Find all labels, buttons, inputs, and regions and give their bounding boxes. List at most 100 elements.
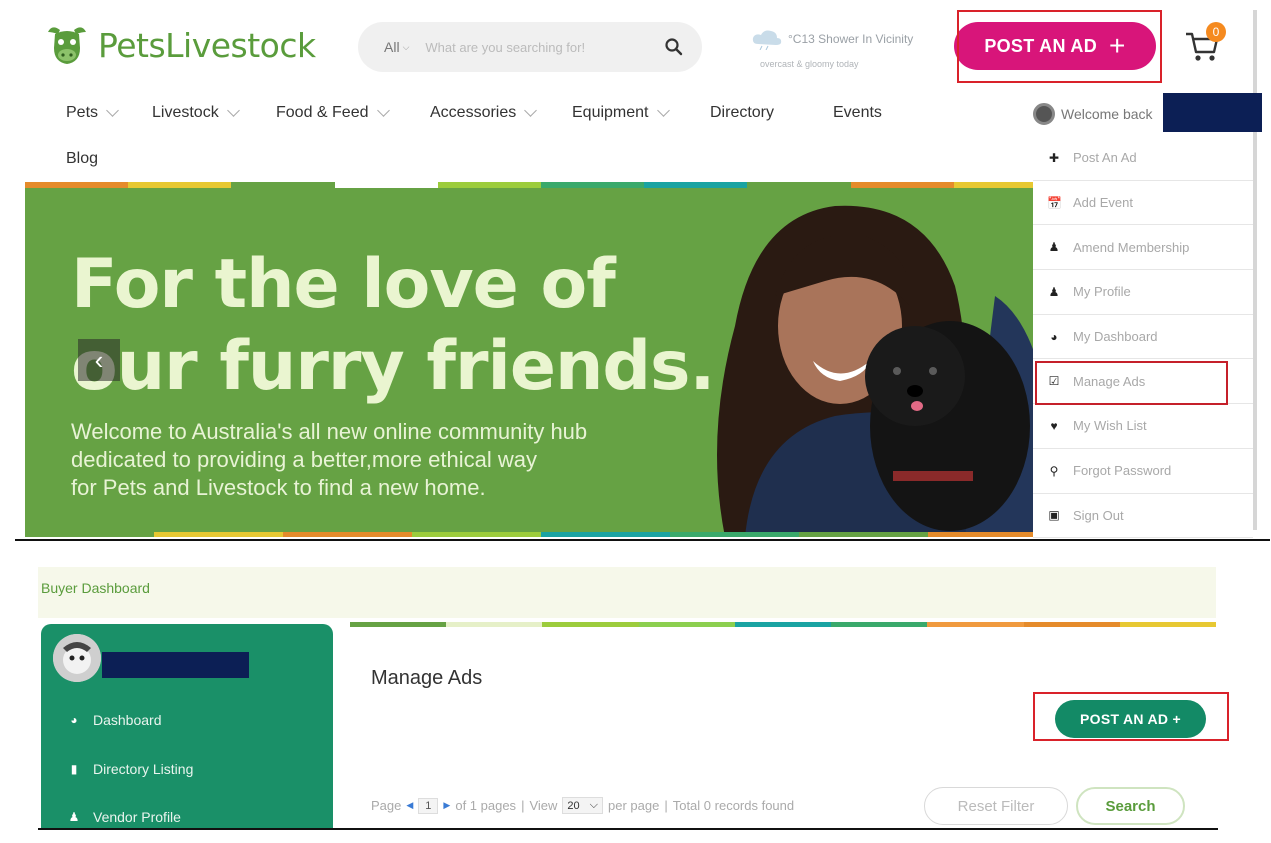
next-page-icon[interactable]: ▶ bbox=[443, 800, 450, 811]
page-count-text: of 1 pages bbox=[455, 798, 517, 813]
heart-icon: ♥ bbox=[1050, 418, 1058, 433]
logo-text: PetsLivestock bbox=[98, 25, 316, 65]
menu-item-add-event[interactable]: 📅 Add Event bbox=[1033, 181, 1253, 226]
prev-page-icon[interactable]: ◀ bbox=[406, 800, 413, 811]
key-icon: ⚲ bbox=[1049, 463, 1059, 478]
menu-item-my-wish-list[interactable]: ♥ My Wish List bbox=[1033, 404, 1253, 449]
menu-item-my-dashboard[interactable]: ◕ My Dashboard bbox=[1033, 315, 1253, 360]
menu-item-sign-out[interactable]: ▣ Sign Out bbox=[1033, 494, 1253, 539]
search-input[interactable] bbox=[423, 38, 664, 56]
nav-item-accessories[interactable]: Accessories bbox=[430, 104, 538, 122]
carousel-prev-button[interactable]: ‹ bbox=[78, 339, 120, 381]
screenshot-divider-bottom bbox=[38, 828, 1218, 830]
total-records-text: Total 0 records found bbox=[672, 798, 795, 813]
lock-icon: ▣ bbox=[1048, 508, 1060, 523]
folder-icon: ▮ bbox=[70, 762, 78, 776]
sidebar-item-label: Directory Listing bbox=[93, 761, 194, 777]
plus-icon: ✚ bbox=[1048, 150, 1060, 165]
nav-item-events[interactable]: Events bbox=[833, 104, 882, 122]
menu-item-amend-membership[interactable]: ♟ Amend Membership bbox=[1033, 225, 1253, 271]
hero-photo-woman-with-dog bbox=[717, 205, 1057, 537]
per-page-select[interactable]: 20 ⌵ bbox=[562, 797, 603, 814]
nav-label: Food & Feed bbox=[276, 104, 369, 121]
menu-label: Add Event bbox=[1073, 195, 1133, 211]
calendar-icon: 📅 bbox=[1047, 195, 1062, 210]
search-category-select[interactable]: All ⌵ bbox=[384, 39, 409, 55]
nav-label: Directory bbox=[710, 104, 775, 121]
chevron-down-icon bbox=[524, 104, 538, 117]
user-dropdown-menu: ✚ Post An Ad 📅 Add Event ♟ Amend Membership… bbox=[1033, 136, 1253, 539]
profile-avatar bbox=[53, 634, 101, 682]
cow-logo-icon bbox=[48, 27, 86, 64]
per-page-value: 20 bbox=[567, 799, 580, 812]
dashboard-sidebar: ◕ Dashboard ▮ Directory Listing ♟ Vendor Pr… bbox=[41, 624, 333, 829]
page-label: Page bbox=[371, 798, 402, 813]
chevron-down-icon bbox=[106, 104, 119, 117]
user-menu-toggle[interactable]: Welcome back bbox=[1033, 103, 1153, 125]
user-avatar-icon bbox=[1033, 103, 1055, 125]
page-number-input[interactable]: 1 bbox=[418, 797, 439, 814]
sidebar-item-directory-listing[interactable]: ▮ Directory Listing bbox=[67, 761, 194, 777]
nav-item-livestock[interactable]: Livestock bbox=[152, 104, 240, 122]
nav-item-equipment[interactable]: Equipment bbox=[572, 104, 670, 122]
page-title: Manage Ads bbox=[371, 667, 483, 689]
sidebar-item-label: Dashboard bbox=[93, 712, 162, 728]
per-page-label: per page bbox=[608, 798, 660, 813]
highlight-box-post-ad-dashboard bbox=[1033, 692, 1229, 741]
hero-subtitle: Welcome to Australia's all new online co… bbox=[71, 418, 711, 502]
nav-item-directory[interactable]: Directory bbox=[710, 104, 774, 122]
pager-separator: | bbox=[664, 798, 668, 813]
nav-label: Accessories bbox=[430, 104, 517, 121]
weather-widget: °C13 Shower In Vicinity overcast & gloom… bbox=[750, 28, 955, 69]
menu-item-forgot-password[interactable]: ⚲ Forgot Password bbox=[1033, 449, 1253, 494]
nav-item-blog[interactable]: Blog bbox=[66, 150, 98, 168]
redacted-profile-name bbox=[102, 652, 249, 678]
highlight-box-manage-ads bbox=[1035, 361, 1228, 405]
chevron-down-icon bbox=[656, 104, 670, 117]
hero-title-line2: our furry friends. bbox=[71, 327, 715, 406]
highlight-box-post-ad bbox=[957, 10, 1162, 83]
sidebar-item-label: Vendor Profile bbox=[93, 809, 181, 825]
dashboard-icon: ◕ bbox=[1050, 329, 1058, 344]
chevron-left-icon: ‹ bbox=[94, 344, 104, 375]
chevron-down-icon: ⌵ bbox=[589, 799, 598, 811]
users-icon: ♟ bbox=[1048, 240, 1060, 255]
nav-item-pets[interactable]: Pets bbox=[66, 104, 119, 122]
menu-label: My Wish List bbox=[1073, 418, 1147, 434]
welcome-text: Welcome back bbox=[1061, 106, 1153, 122]
user-icon: ♟ bbox=[68, 810, 80, 824]
view-label: View bbox=[529, 798, 558, 813]
menu-label: My Profile bbox=[1073, 284, 1131, 300]
hero-banner: For the love of our furry friends. Welco… bbox=[25, 186, 1057, 537]
weather-subtext: overcast & gloomy today bbox=[760, 59, 859, 69]
hero-subtitle-line1: Welcome to Australia's all new online co… bbox=[71, 419, 588, 444]
chevron-down-icon: ⌵ bbox=[402, 41, 410, 52]
menu-label: My Dashboard bbox=[1073, 329, 1158, 345]
cloud-rain-icon bbox=[752, 30, 782, 50]
dashboard-header-band bbox=[38, 567, 1216, 618]
site-logo[interactable]: PetsLivestock bbox=[44, 22, 316, 68]
reset-filter-button[interactable]: Reset Filter bbox=[924, 787, 1068, 825]
hero-subtitle-line2: dedicated to providing a better,more eth… bbox=[71, 447, 537, 472]
search-icon[interactable] bbox=[664, 37, 684, 57]
redacted-username bbox=[1163, 93, 1262, 132]
menu-label: Amend Membership bbox=[1073, 239, 1190, 255]
chevron-down-icon bbox=[376, 104, 390, 117]
nav-label: Events bbox=[833, 104, 882, 121]
menu-item-post-ad[interactable]: ✚ Post An Ad bbox=[1033, 136, 1253, 181]
hero-title-line1: For the love of bbox=[71, 245, 616, 324]
hero-color-stripe-top bbox=[25, 182, 1058, 188]
content-color-stripe bbox=[350, 622, 1216, 627]
sidebar-item-vendor-profile[interactable]: ♟ Vendor Profile bbox=[67, 809, 181, 825]
hero-subtitle-line3: for Pets and Livestock to find a new hom… bbox=[71, 475, 486, 500]
dashboard-title: Buyer Dashboard bbox=[41, 580, 150, 596]
menu-label: Post An Ad bbox=[1073, 150, 1137, 166]
cart-button[interactable]: 0 bbox=[1184, 22, 1226, 66]
nav-label: Livestock bbox=[152, 104, 219, 121]
nav-item-food-feed[interactable]: Food & Feed bbox=[276, 104, 390, 122]
search-button[interactable]: Search bbox=[1076, 787, 1185, 825]
page-scrollbar[interactable] bbox=[1253, 10, 1257, 530]
menu-item-my-profile[interactable]: ♟ My Profile bbox=[1033, 270, 1253, 315]
sidebar-item-dashboard[interactable]: ◕ Dashboard bbox=[67, 712, 162, 728]
search-bar: All ⌵ bbox=[358, 22, 702, 72]
